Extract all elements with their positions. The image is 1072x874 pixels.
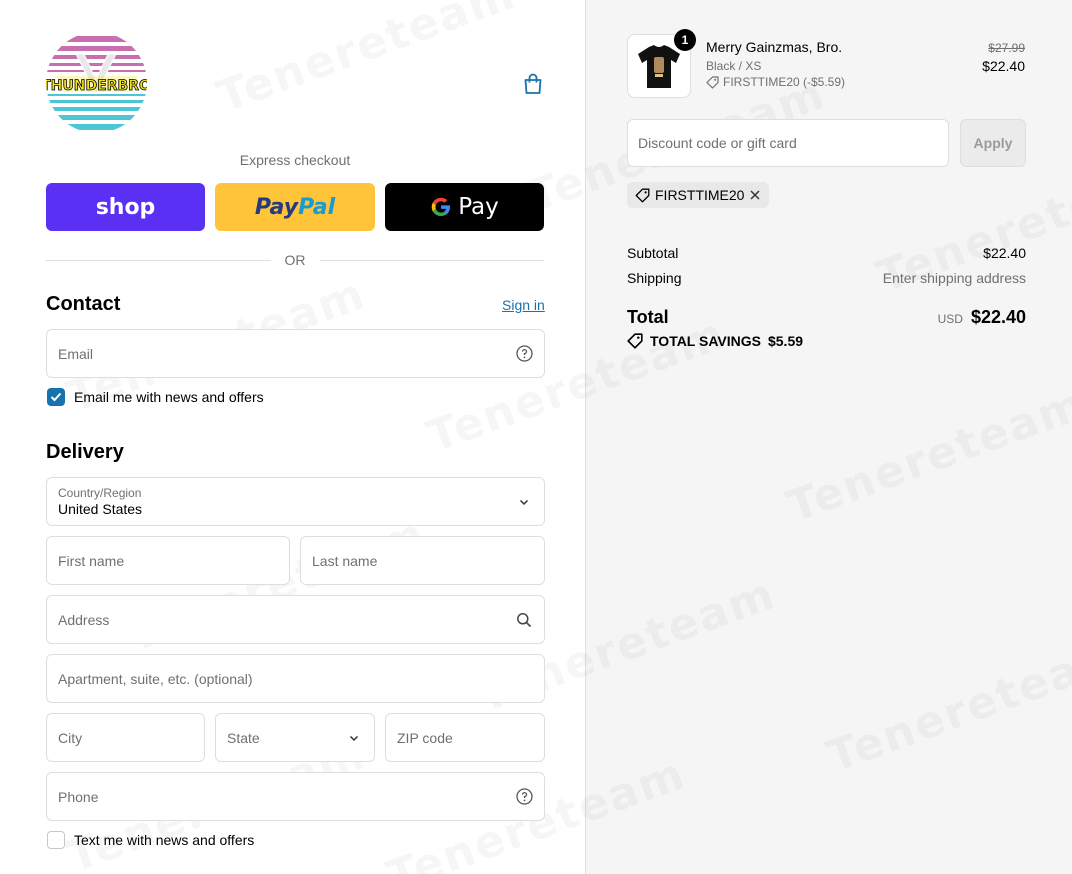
express-checkout-label: Express checkout [239,152,351,168]
address-placeholder: Address [58,611,110,628]
shop-pay-button[interactable]: shop [46,183,205,231]
store-logo[interactable]: THUNDERBRO [46,32,147,133]
or-label: OR [284,252,306,268]
paypal-button[interactable]: Pay Pal [215,183,375,231]
country-label: Country/Region [58,485,142,500]
product-discount: FIRSTTIME20 (-$5.59) [706,75,845,89]
zip-placeholder: ZIP code [397,729,453,746]
discounted-price: $22.40 [982,58,1025,74]
chevron-down-icon [345,729,363,747]
search-icon [515,611,533,629]
divider-line [319,259,544,261]
email-placeholder: Email [58,345,94,362]
total-value: USD $22.40 [938,307,1026,328]
sign-in-link[interactable]: Sign in [502,297,545,313]
currency-code: USD [937,312,963,326]
or-divider: OR [46,252,544,268]
subtotal-value: $22.40 [983,245,1026,261]
discount-code-input[interactable]: Discount code or gift card [627,119,949,167]
product-variant: Black / XS [706,59,762,73]
applied-discount-chip: FIRSTTIME20 [627,182,770,208]
state-placeholder: State [227,729,260,746]
shop-pay-label: shop [95,194,156,220]
savings-value: $5.59 [767,333,804,349]
email-field[interactable]: Email [46,329,545,378]
divider-line [46,259,271,261]
chevron-down-icon [518,495,530,511]
help-icon[interactable] [515,788,533,806]
original-price: $27.99 [988,41,1025,55]
city-field[interactable]: City [46,713,205,762]
tag-icon [706,75,719,89]
shipping-label: Shipping [627,270,682,286]
paypal-label-pal: Pal [298,194,336,220]
paypal-label-pay: Pay [254,194,299,220]
google-pay-button[interactable]: Pay [385,183,544,231]
shopping-bag-icon [524,73,542,94]
remove-discount-icon[interactable] [749,189,761,201]
total-amount: $22.40 [970,307,1026,327]
first-name-field[interactable]: First name [46,536,290,585]
contact-heading: Contact [46,293,121,315]
tag-icon [627,333,643,349]
sms-news-label: Text me with news and offers [74,832,255,848]
last-name-field[interactable]: Last name [300,536,545,585]
email-news-label: Email me with news and offers [74,389,264,405]
email-news-checkbox[interactable] [47,388,65,406]
apartment-field[interactable]: Apartment, suite, etc. (optional) [46,654,545,703]
delivery-heading: Delivery [46,441,124,463]
total-savings: TOTAL SAVINGS $5.59 [627,333,803,349]
tag-icon [635,188,650,202]
savings-label: TOTAL SAVINGS [650,333,761,349]
address-field[interactable]: Address [46,595,545,644]
city-placeholder: City [58,729,83,746]
last-name-placeholder: Last name [312,552,378,569]
cart-button[interactable] [520,71,546,97]
google-pay-label: Pay [458,194,499,220]
quantity-badge: 1 [674,29,696,51]
country-select[interactable]: Country/Region United States [46,477,545,526]
phone-field[interactable]: Phone [46,772,545,821]
logo-text: THUNDERBRO [46,78,147,94]
sms-news-checkbox[interactable] [47,831,65,849]
country-value: United States [58,500,143,517]
email-news-checkbox-row[interactable]: Email me with news and offers [47,388,264,406]
phone-placeholder: Phone [58,788,99,805]
product-name: Merry Gainzmas, Bro. [706,39,843,55]
apartment-placeholder: Apartment, suite, etc. (optional) [58,670,253,687]
checkmark-icon [50,392,62,402]
discount-code-placeholder: Discount code or gift card [638,135,797,151]
help-icon[interactable] [515,345,533,363]
discount-chip-code: FIRSTTIME20 [655,187,745,203]
zip-field[interactable]: ZIP code [385,713,545,762]
google-g-icon [431,197,451,216]
sms-news-checkbox-row[interactable]: Text me with news and offers [47,831,254,849]
shipping-value: Enter shipping address [882,270,1026,286]
apply-button[interactable]: Apply [960,119,1026,167]
first-name-placeholder: First name [58,552,125,569]
state-select[interactable]: State [215,713,375,762]
total-label: Total [627,307,669,327]
product-discount-text: FIRSTTIME20 (-$5.59) [723,75,846,89]
subtotal-label: Subtotal [627,245,679,261]
